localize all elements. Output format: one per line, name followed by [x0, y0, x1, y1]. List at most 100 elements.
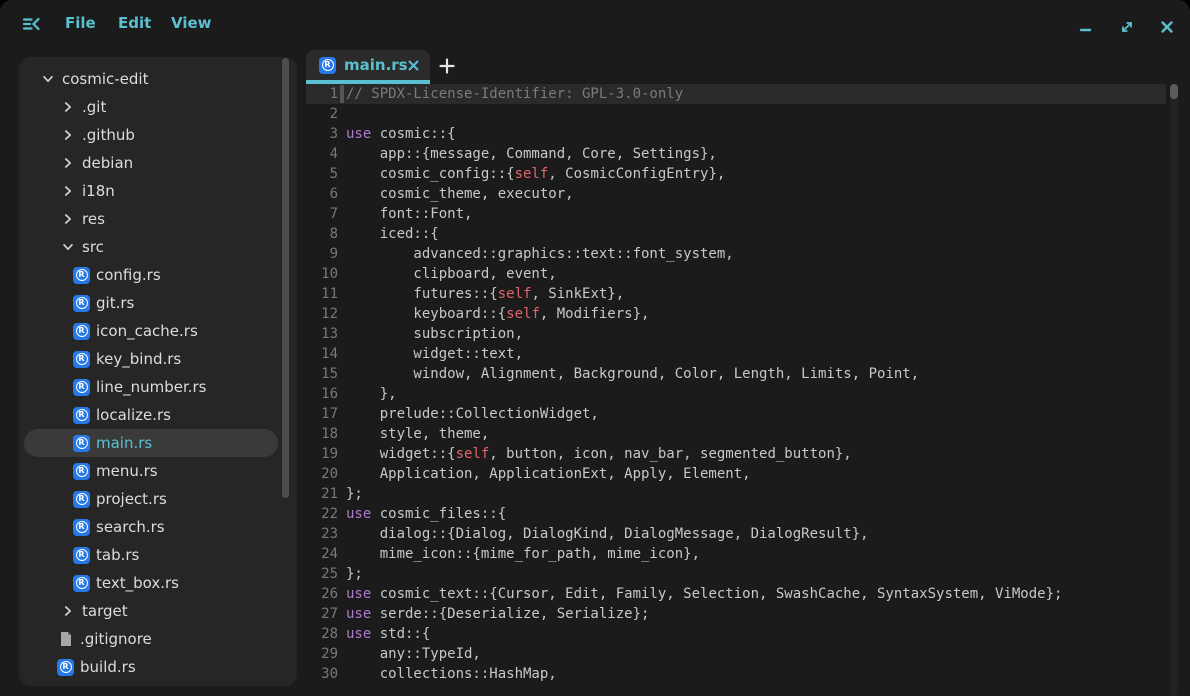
tree-item-label: localize.rs: [96, 406, 171, 424]
tree-item-label: cosmic-edit: [62, 70, 148, 88]
code-text: font::Font,: [346, 204, 472, 224]
tree-item-label: .gitignore: [80, 630, 152, 648]
tree-file-text-box-rs[interactable]: Rtext_box.rs: [19, 569, 297, 597]
rust-file-icon: R: [73, 323, 90, 340]
code-line: 26 use cosmic_text::{Cursor, Edit, Family…: [306, 584, 1166, 604]
tree-file-localize-rs[interactable]: Rlocalize.rs: [19, 401, 297, 429]
tab-close-icon[interactable]: [408, 58, 419, 72]
tree-item-label: config.rs: [96, 266, 161, 284]
tree-file-build-rs[interactable]: Rbuild.rs: [19, 653, 297, 681]
line-number: 14: [306, 344, 338, 364]
project-sidebar: cosmic-edit.git.githubdebiani18nressrcRc…: [19, 57, 297, 686]
code-text: },: [346, 384, 397, 404]
minimize-icon[interactable]: [1077, 18, 1095, 36]
line-number: 26: [306, 584, 338, 604]
tree-item-label: git.rs: [96, 294, 134, 312]
rust-file-icon: R: [73, 463, 90, 480]
tree-file-menu-rs[interactable]: Rmenu.rs: [19, 457, 297, 485]
menu-edit[interactable]: Edit: [118, 14, 151, 32]
line-number: 4: [306, 144, 338, 164]
code-line: 22use cosmic_files::{: [306, 504, 1166, 524]
tree-item-label: text_box.rs: [96, 574, 179, 592]
tree-file-line-number-rs[interactable]: Rline_number.rs: [19, 373, 297, 401]
tree-folder-cosmic-edit[interactable]: cosmic-edit: [19, 65, 297, 93]
code-text: subscription,: [346, 324, 523, 344]
tree-file-main-rs[interactable]: Rmain.rs: [19, 429, 297, 457]
tree-item-label: search.rs: [96, 518, 165, 536]
tree-folder--github[interactable]: .github: [19, 121, 297, 149]
new-tab-button[interactable]: [437, 56, 457, 76]
menu-file[interactable]: File: [65, 14, 96, 32]
tree-item-label: .github: [82, 126, 135, 144]
line-number: 22: [306, 504, 338, 524]
line-number: 21: [306, 484, 338, 504]
tree-file-git-rs[interactable]: Rgit.rs: [19, 289, 297, 317]
code-text: use cosmic_text::{Cursor, Edit, Family, …: [346, 584, 1062, 604]
code-line: 6 cosmic_theme, executor,: [306, 184, 1166, 204]
rust-file-icon: R: [73, 351, 90, 368]
tree-file-tab-rs[interactable]: Rtab.rs: [19, 541, 297, 569]
code-text: cosmic_theme, executor,: [346, 184, 574, 204]
code-line: 25};: [306, 564, 1166, 584]
tree-item-label: build.rs: [80, 658, 136, 676]
code-editor[interactable]: 1// SPDX-License-Identifier: GPL-3.0-onl…: [306, 84, 1166, 696]
code-line: 20 Application, ApplicationExt, Apply, E…: [306, 464, 1166, 484]
maximize-icon[interactable]: [1118, 18, 1136, 36]
line-number: 17: [306, 404, 338, 424]
code-text: mime_icon::{mime_for_path, mime_icon},: [346, 544, 700, 564]
code-text: any::TypeId,: [346, 644, 481, 664]
chevron-right-icon: [60, 211, 76, 227]
code-line: 5 cosmic_config::{self, CosmicConfigEntr…: [306, 164, 1166, 184]
chevron-down-icon: [40, 71, 56, 87]
tree-folder-res[interactable]: res: [19, 205, 297, 233]
tree-folder-debian[interactable]: debian: [19, 149, 297, 177]
tab-main-rs[interactable]: R main.rs: [306, 50, 430, 80]
code-text: advanced::graphics::text::font_system,: [346, 244, 734, 264]
tree-file-search-rs[interactable]: Rsearch.rs: [19, 513, 297, 541]
code-line: 9 advanced::graphics::text::font_system,: [306, 244, 1166, 264]
line-number: 7: [306, 204, 338, 224]
menu-view[interactable]: View: [171, 14, 212, 32]
code-text: window, Alignment, Background, Color, Le…: [346, 364, 919, 384]
tree-file-project-rs[interactable]: Rproject.rs: [19, 485, 297, 513]
line-number: 16: [306, 384, 338, 404]
tree-folder-target[interactable]: target: [19, 597, 297, 625]
code-text: widget::{self, button, icon, nav_bar, se…: [346, 444, 852, 464]
rust-file-icon: R: [73, 575, 90, 592]
code-text: style, theme,: [346, 424, 489, 444]
tree-item-label: tab.rs: [96, 546, 139, 564]
tree-file--gitignore[interactable]: .gitignore: [19, 625, 297, 653]
tree-folder-i18n[interactable]: i18n: [19, 177, 297, 205]
chevron-right-icon: [60, 127, 76, 143]
tree-item-label: debian: [82, 154, 133, 172]
code-line: 28use std::{: [306, 624, 1166, 644]
tree-folder--git[interactable]: .git: [19, 93, 297, 121]
editor-scrollbar-thumb[interactable]: [1170, 84, 1178, 99]
tree-file-icon-cache-rs[interactable]: Ricon_cache.rs: [19, 317, 297, 345]
rust-file-icon: R: [73, 379, 90, 396]
tree-folder-src[interactable]: src: [19, 233, 297, 261]
code-line: 17 prelude::CollectionWidget,: [306, 404, 1166, 424]
header-bar: File Edit View: [0, 0, 1190, 48]
code-line: 24 mime_icon::{mime_for_path, mime_icon}…: [306, 544, 1166, 564]
code-line: 8 iced::{: [306, 224, 1166, 244]
line-number: 8: [306, 224, 338, 244]
tree-file-key-bind-rs[interactable]: Rkey_bind.rs: [19, 345, 297, 373]
code-line: 3use cosmic::{: [306, 124, 1166, 144]
tree-item-label: key_bind.rs: [96, 350, 181, 368]
line-number: 9: [306, 244, 338, 264]
editor-scrollbar-track[interactable]: [1170, 84, 1178, 696]
code-line: 16 },: [306, 384, 1166, 404]
chevron-right-icon: [60, 99, 76, 115]
rust-file-icon: R: [319, 57, 336, 74]
code-line: 1// SPDX-License-Identifier: GPL-3.0-onl…: [306, 84, 1166, 104]
sidebar-scrollbar[interactable]: [282, 58, 289, 498]
close-icon[interactable]: [1158, 18, 1176, 36]
code-line: 2: [306, 104, 1166, 124]
tree-file-config-rs[interactable]: Rconfig.rs: [19, 261, 297, 289]
chevron-right-icon: [60, 183, 76, 199]
line-number: 15: [306, 364, 338, 384]
document-icon: [57, 631, 74, 648]
sidebar-toggle-icon[interactable]: [22, 15, 42, 33]
code-line: 23 dialog::{Dialog, DialogKind, DialogMe…: [306, 524, 1166, 544]
